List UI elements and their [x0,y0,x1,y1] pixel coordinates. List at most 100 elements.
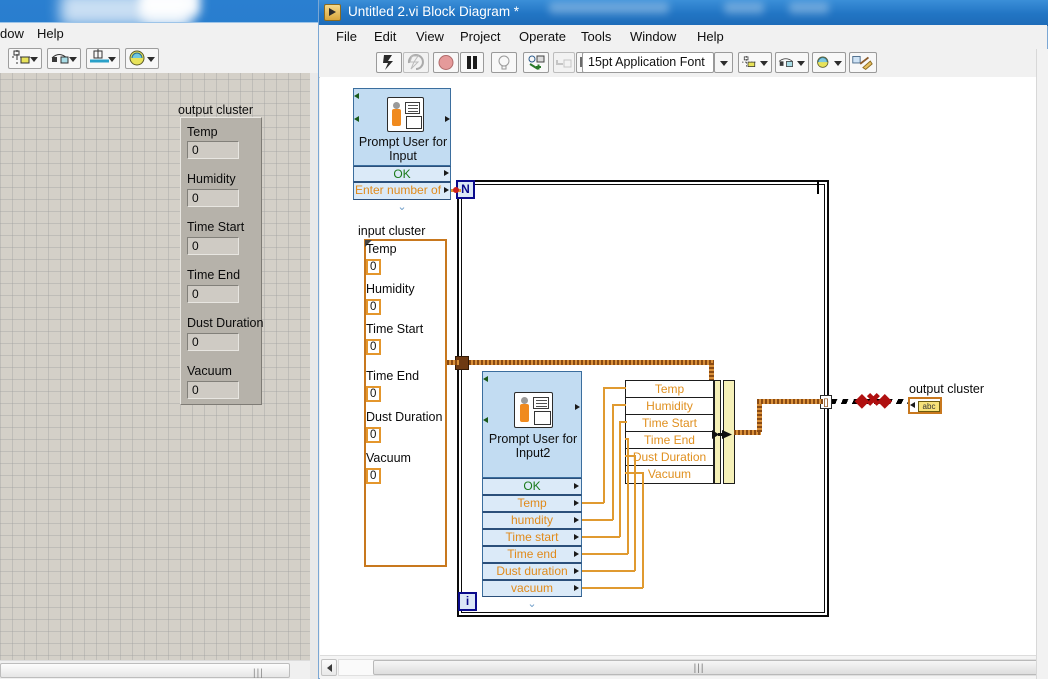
fp-field-value-temp[interactable]: 0 [187,141,239,159]
prompt1-output-enter-number[interactable]: Enter number of [353,182,451,200]
output-cluster-indicator-label: output cluster [909,382,985,396]
front-panel-canvas[interactable]: output cluster Temp 0 Humidity 0 Time St… [0,73,318,679]
fp-vertical-scrollbar[interactable] [310,73,318,679]
prompt2-output-time-end[interactable]: Time end [482,546,582,563]
prompt1-expand-chevron[interactable]: ⌄ [353,200,451,213]
menu-item-tools[interactable]: Tools [577,29,615,44]
wire-time-start-h2[interactable] [619,421,627,423]
run-button[interactable] [376,52,402,73]
menu-item-file[interactable]: File [332,29,361,44]
bundle-row-dust-duration[interactable]: Dust Duration [626,449,713,466]
fp-menu-item-window[interactable]: dow [0,26,28,41]
prompt1-input-terminal[interactable] [354,116,359,122]
wire-humidity-v[interactable] [612,405,614,520]
prompt-user-for-input2-node[interactable]: Prompt User for Input2 [482,371,582,478]
wire-temp-h1[interactable] [582,502,604,504]
wire-vacuum-h2[interactable] [625,472,644,474]
fp-field-value-dust-duration[interactable]: 0 [187,333,239,351]
step-into-button[interactable] [553,52,575,73]
menu-item-help[interactable]: Help [693,29,728,44]
run-continuously-button[interactable] [403,52,429,73]
block-diagram-vertical-scrollbar[interactable] [1036,49,1048,679]
input-cluster-value-vacuum[interactable]: 0 [366,468,381,484]
retain-wire-values-button[interactable] [523,52,549,73]
fp-hscroll-thumb[interactable]: ||| [0,663,290,679]
bundle-by-name-node[interactable]: Temp Humidity Time Start Time End Dust D… [625,380,714,484]
align-objects-button[interactable] [738,52,772,73]
hscroll-thumb[interactable]: ||| [373,660,1041,675]
wire-tunnel-to-bundle[interactable] [469,360,714,365]
prompt2-output-time-start[interactable]: Time start [482,529,582,546]
prompt1-output-ok[interactable]: OK [353,166,451,182]
input-cluster-value-dust-duration[interactable]: 0 [366,427,381,443]
wire-humidity-h1[interactable] [582,519,613,521]
prompt2-output-temp[interactable]: Temp [482,495,582,512]
menu-item-window[interactable]: Window [626,29,680,44]
wire-bundle-to-tunnel-h2[interactable] [757,399,823,404]
wire-time-end-h1[interactable] [582,553,628,555]
wire-time-start-v[interactable] [619,422,621,537]
fp-resize-objects-button[interactable] [86,48,120,69]
prompt2-output-dust-duration[interactable]: Dust duration [482,563,582,580]
fp-field-value-time-start[interactable]: 0 [187,237,239,255]
prompt2-output-terminal[interactable] [575,404,580,410]
prompt2-output-humdity[interactable]: humdity [482,512,582,529]
labview-app-icon [324,4,341,21]
prompt2-output-vacuum[interactable]: vacuum [482,580,582,597]
font-selector[interactable]: 15pt Application Font [582,52,714,73]
wire-time-start-h1[interactable] [582,536,620,538]
wire-humidity-h2[interactable] [612,404,626,406]
clean-up-diagram-button[interactable] [849,52,877,73]
prompt2-output-ok[interactable]: OK [482,478,582,495]
wire-temp-h2[interactable] [603,387,626,389]
fp-distribute-objects-button[interactable] [47,48,81,69]
prompt1-input-terminal[interactable] [354,93,359,99]
input-cluster-value-time-end[interactable]: 0 [366,386,381,402]
menu-item-project[interactable]: Project [456,29,504,44]
reorder-button[interactable] [812,52,846,73]
input-cluster-value-humidity[interactable]: 0 [366,299,381,315]
input-cluster-value-time-start[interactable]: 0 [366,339,381,355]
menu-item-operate[interactable]: Operate [515,29,570,44]
abort-execution-button[interactable] [433,52,459,73]
fp-output-cluster[interactable] [180,117,262,405]
font-selector-dropdown[interactable] [714,52,733,73]
wire-vacuum-h1[interactable] [582,587,643,589]
fp-field-value-vacuum[interactable]: 0 [187,381,239,399]
fp-horizontal-scrollbar[interactable]: ||| [0,660,310,679]
hscroll-track[interactable]: ||| [338,659,1043,676]
prompt2-input-terminal[interactable] [483,417,488,423]
prompt2-input-terminal[interactable] [483,376,488,382]
wire-bundle-to-tunnel-v[interactable] [757,402,762,432]
wire-time-end-h2[interactable] [625,438,629,440]
wire-temp-v[interactable] [603,388,605,503]
wire-dust-duration-h2[interactable] [625,455,636,457]
prompt2-expand-chevron[interactable]: ⌄ [482,597,582,610]
highlight-execution-button[interactable] [491,52,517,73]
hscroll-left-arrow-button[interactable] [321,659,337,676]
fp-field-value-humidity[interactable]: 0 [187,189,239,207]
fp-field-value-time-end[interactable]: 0 [187,285,239,303]
bundle-row-time-end[interactable]: Time End [626,432,713,449]
block-diagram-horizontal-scrollbar[interactable]: ||| [320,655,1046,679]
fp-align-objects-button[interactable] [8,48,42,69]
prompt-user-for-input-node[interactable]: Prompt User for Input [353,88,451,166]
prompt1-output-terminal[interactable] [445,116,450,122]
bundle-row-temp[interactable]: Temp [626,381,713,398]
input-cluster-value-temp[interactable]: 0 [366,259,381,275]
block-diagram-titlebar[interactable]: Untitled 2.vi Block Diagram * [319,0,1048,26]
menu-item-view[interactable]: View [412,29,448,44]
loop-iteration-terminal[interactable]: i [458,592,477,611]
fp-reorder-button[interactable] [125,48,159,69]
bundle-row-humidity[interactable]: Humidity [626,398,713,415]
bundle-row-vacuum[interactable]: Vacuum [626,466,713,483]
wire-vacuum-v[interactable] [642,473,644,588]
menu-item-edit[interactable]: Edit [370,29,400,44]
wire-dust-duration-h1[interactable] [582,570,635,572]
block-diagram-canvas[interactable]: N i [] Prompt User for Input OK Enter nu… [320,77,1046,655]
pause-button[interactable] [460,52,484,73]
bundle-row-time-start[interactable]: Time Start [626,415,713,432]
distribute-objects-button[interactable] [775,52,809,73]
fp-menu-item-help[interactable]: Help [33,26,68,41]
wire-input-cluster-to-tunnel[interactable] [447,360,459,365]
